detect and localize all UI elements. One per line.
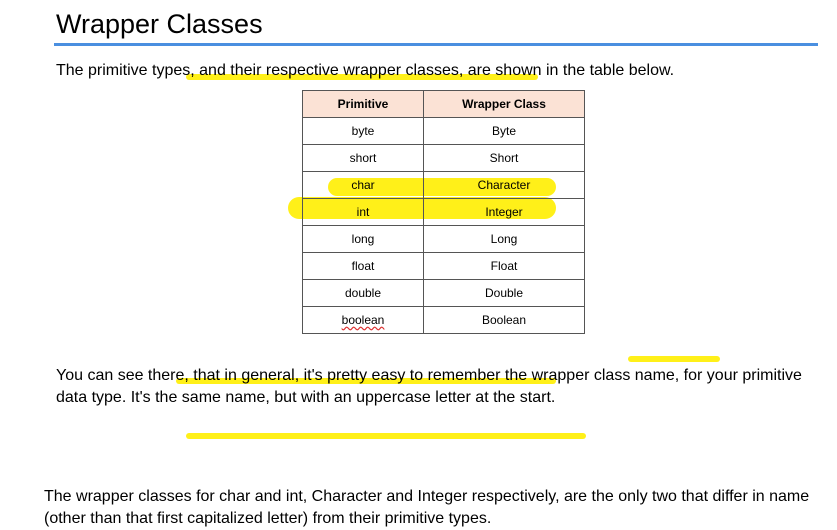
cell-wrapper: Character (423, 171, 585, 199)
table-row: boolean Boolean (302, 306, 585, 334)
title-underline (54, 43, 818, 46)
cell-primitive: boolean (302, 306, 424, 334)
cell-primitive: double (302, 279, 424, 307)
intro-text: The primitive types, and their respectiv… (56, 62, 675, 79)
cell-primitive: float (302, 252, 424, 280)
header-primitive: Primitive (302, 90, 424, 118)
wrapper-class-table: Primitive Wrapper Class byte Byte short … (302, 90, 585, 334)
cell-primitive: long (302, 225, 424, 253)
highlight-para2-line1 (628, 356, 720, 362)
cell-wrapper: Boolean (423, 306, 585, 334)
table-row: short Short (302, 144, 585, 172)
cell-wrapper: Long (423, 225, 585, 253)
highlight-para3 (186, 433, 586, 439)
cell-wrapper: Short (423, 144, 585, 172)
explanation-paragraph: You can see there, that in general, it's… (56, 367, 802, 406)
cell-primitive: char (302, 171, 424, 199)
header-wrapper-class: Wrapper Class (423, 90, 585, 118)
spellcheck-word: boolean (341, 313, 385, 327)
cell-primitive: short (302, 144, 424, 172)
page-title: Wrapper Classes (56, 9, 263, 39)
cell-primitive: int (302, 198, 424, 226)
table-row: double Double (302, 279, 585, 307)
table-row: char Character (302, 171, 585, 199)
cell-wrapper: Double (423, 279, 585, 307)
table-row: byte Byte (302, 117, 585, 145)
exception-paragraph: The wrapper classes for char and int, Ch… (44, 488, 810, 527)
cell-wrapper: Integer (423, 198, 585, 226)
cell-primitive: byte (302, 117, 424, 145)
table-header-row: Primitive Wrapper Class (302, 90, 585, 118)
table-row: float Float (302, 252, 585, 280)
table-row: int Integer (302, 198, 585, 226)
table-row: long Long (302, 225, 585, 253)
cell-wrapper: Float (423, 252, 585, 280)
cell-wrapper: Byte (423, 117, 585, 145)
